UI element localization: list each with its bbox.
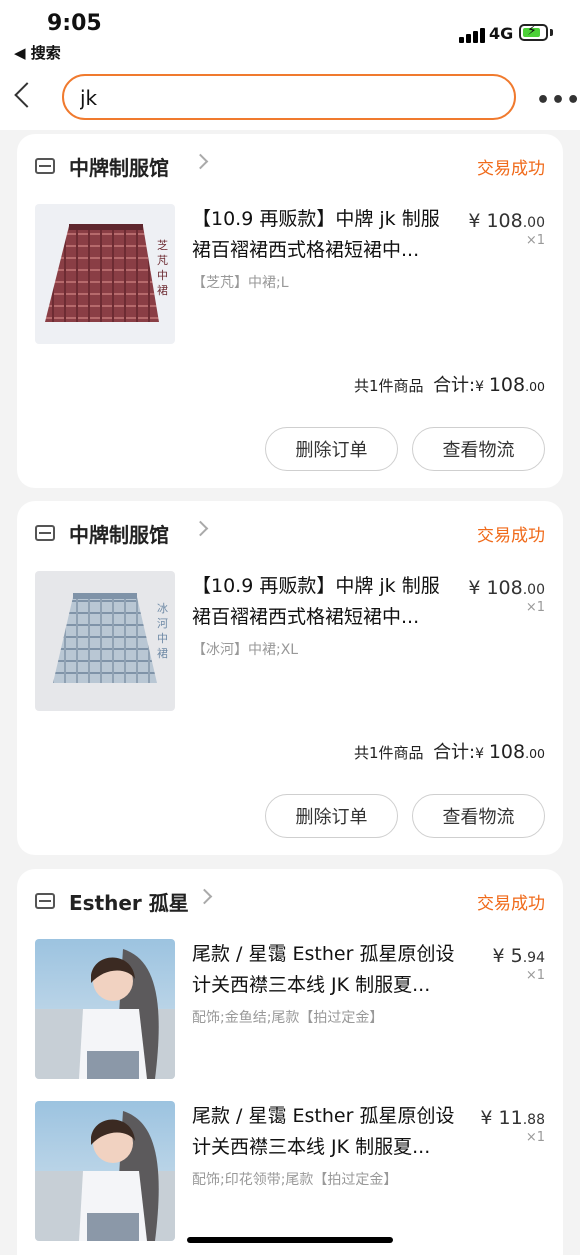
network-type: 4G — [489, 24, 514, 43]
chevron-right-icon[interactable] — [192, 153, 209, 170]
product-thumbnail[interactable]: 芝芃中裙 — [35, 204, 175, 344]
product-sku: 配饰;印花领带;尾款【拍过定金】 — [192, 1172, 398, 1188]
battery-tip — [550, 29, 553, 36]
more-options-icon[interactable]: ••• — [536, 88, 580, 113]
model-photo-image — [35, 1111, 175, 1241]
shop-name[interactable]: 中牌制服馆 — [69, 152, 169, 181]
product-sku: 配饰;金鱼结;尾款【拍过定金】 — [192, 1010, 384, 1026]
product-title[interactable]: 【10.9 再贩款】中牌 jk 制服 裙百褶裙西式格裙短裙中... — [192, 571, 464, 633]
view-logistics-button[interactable]: 查看物流 — [412, 427, 545, 471]
product-price: ¥ 108.00 — [468, 210, 545, 232]
plaid-skirt-image — [45, 224, 159, 322]
signal-icon — [459, 27, 485, 43]
order-status: 交易成功 — [477, 526, 545, 546]
product-qty: ×1 — [525, 1130, 545, 1145]
home-indicator[interactable] — [187, 1237, 393, 1243]
order-card[interactable]: Esther 孤星 交易成功 尾款 / 星霭 Esther 孤星原创设 计关西襟… — [17, 869, 563, 1255]
shop-icon — [35, 158, 55, 174]
status-time: 9:05 — [47, 11, 102, 36]
order-card[interactable]: 中牌制服馆 交易成功 冰河中裙 【10.9 再贩款】中牌 jk 制服 裙百褶裙西… — [17, 501, 563, 855]
thumb-caption: 芝芃中裙 — [157, 239, 168, 297]
product-sku: 【芝芃】中裙;L — [192, 275, 289, 291]
product-price: ¥ 11.88 — [480, 1107, 545, 1129]
back-arrow-icon[interactable] — [14, 82, 40, 108]
product-price: ¥ 5.94 — [492, 945, 546, 967]
product-qty: ×1 — [525, 968, 545, 983]
back-to-search-app[interactable]: ◀ 搜索 — [14, 42, 61, 63]
search-box[interactable] — [62, 74, 516, 120]
delete-order-button[interactable]: 删除订单 — [265, 427, 398, 471]
battery-icon: ⚡ — [519, 23, 548, 41]
delete-order-button[interactable]: 删除订单 — [265, 794, 398, 838]
shop-name[interactable]: Esther 孤星 — [69, 887, 189, 916]
view-logistics-button[interactable]: 查看物流 — [412, 794, 545, 838]
chevron-right-icon[interactable] — [196, 888, 213, 905]
product-price: ¥ 108.00 — [468, 577, 545, 599]
shop-name[interactable]: 中牌制服馆 — [69, 519, 169, 548]
chevron-right-icon[interactable] — [192, 520, 209, 537]
product-sku: 【冰河】中裙;XL — [192, 642, 299, 658]
product-thumbnail[interactable] — [35, 939, 175, 1079]
order-card[interactable]: 中牌制服馆 交易成功 芝芃中裙 【10.9 再贩款】中牌 jk 制服 裙百褶裙西… — [17, 134, 563, 488]
product-thumbnail[interactable]: 冰河中裙 — [35, 571, 175, 711]
model-photo-image — [35, 949, 175, 1079]
shop-icon — [35, 893, 55, 909]
order-summary: 共1件商品 合计:¥ 108.00 — [353, 741, 545, 763]
plaid-skirt-image — [53, 593, 157, 683]
product-title[interactable]: 尾款 / 星霭 Esther 孤星原创设 计关西襟三本线 JK 制服夏... — [192, 1101, 464, 1163]
product-title[interactable]: 尾款 / 星霭 Esther 孤星原创设 计关西襟三本线 JK 制服夏... — [192, 939, 464, 1001]
product-title[interactable]: 【10.9 再贩款】中牌 jk 制服 裙百褶裙西式格裙短裙中... — [192, 204, 464, 266]
status-bar: 9:05 ◀ 搜索 4G ⚡ — [0, 0, 580, 66]
search-header: ••• — [0, 66, 580, 130]
order-status: 交易成功 — [477, 894, 545, 914]
product-thumbnail[interactable] — [35, 1101, 175, 1241]
product-qty: ×1 — [525, 233, 545, 248]
order-status: 交易成功 — [477, 159, 545, 179]
shop-icon — [35, 525, 55, 541]
product-qty: ×1 — [525, 600, 545, 615]
thumb-caption: 冰河中裙 — [157, 602, 168, 660]
order-summary: 共1件商品 合计:¥ 108.00 — [353, 374, 545, 396]
search-input[interactable] — [78, 84, 502, 112]
